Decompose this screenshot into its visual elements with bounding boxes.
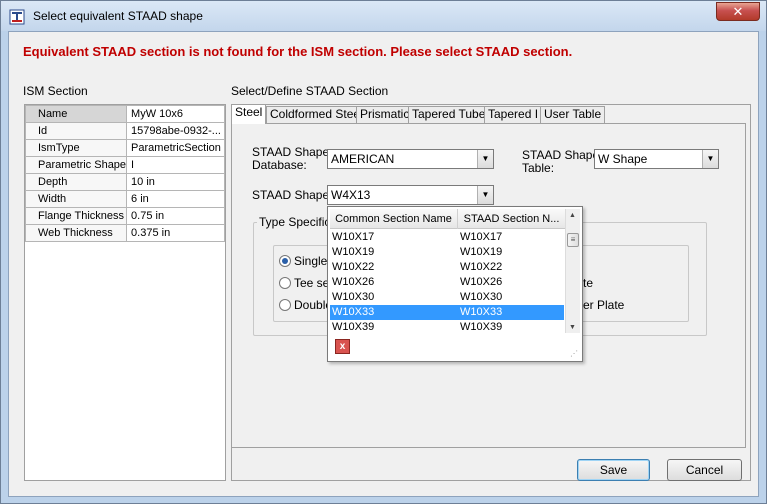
shape-dropdown-list[interactable]: Common Section Name STAAD Section N... W… — [327, 206, 583, 362]
ism-value: MyW 10x6 — [126, 105, 225, 123]
staad-name-cell: W10X30 — [460, 291, 503, 303]
shape-table-select-value: W Shape — [598, 152, 648, 166]
ism-row-ismtype[interactable]: IsmType ParametricSection — [24, 139, 225, 157]
ism-value: 0.75 in — [126, 207, 225, 225]
shape-label: STAAD Shape: — [252, 188, 333, 202]
table-label: STAAD Shape Table: — [522, 149, 599, 175]
database-select[interactable]: AMERICAN ▼ — [327, 149, 494, 169]
list-item[interactable]: W10X17 W10X17 — [330, 230, 564, 245]
common-name-cell: W10X22 — [332, 261, 375, 273]
chevron-down-icon[interactable]: ▼ — [477, 150, 493, 168]
ism-value: 15798abe-0932-... — [126, 122, 225, 140]
scroll-thumb[interactable]: ≡ — [567, 233, 579, 247]
ism-row-web-thickness[interactable]: Web Thickness 0.375 in — [24, 224, 225, 242]
database-label-line2: Database: — [252, 158, 307, 172]
column-header-common-name[interactable]: Common Section Name — [330, 209, 458, 229]
staad-name-cell: W10X39 — [460, 321, 503, 333]
tab-tapered-tube[interactable]: Tapered Tube — [408, 106, 490, 123]
staad-name-cell: W10X17 — [460, 231, 503, 243]
ism-key: Parametric Shape — [24, 156, 128, 174]
staad-name-cell: W10X19 — [460, 246, 503, 258]
shape-select[interactable]: W4X13 ▼ — [327, 185, 494, 205]
ism-key: Name — [24, 105, 128, 123]
common-name-cell: W10X17 — [332, 231, 375, 243]
ism-key: IsmType — [24, 139, 128, 157]
ism-key: Width — [24, 190, 128, 208]
staad-name-cell: W10X26 — [460, 276, 503, 288]
dropdown-scrollbar[interactable]: ▲ ≡ ▼ — [565, 209, 580, 333]
ism-row-width[interactable]: Width 6 in — [24, 190, 225, 208]
dropdown-header: Common Section Name STAAD Section N... — [330, 209, 566, 229]
staad-name-cell: W10X22 — [460, 261, 503, 273]
ism-value: 6 in — [126, 190, 225, 208]
list-item[interactable]: W10X22 W10X22 — [330, 260, 564, 275]
shape-table-select[interactable]: W Shape ▼ — [594, 149, 719, 169]
table-label-line2: Table: — [522, 161, 555, 175]
list-item[interactable]: W10X30 W10X30 — [330, 290, 564, 305]
ism-key: Depth — [24, 173, 128, 191]
ism-value: 10 in — [126, 173, 225, 191]
radio-unchecked-icon[interactable] — [279, 299, 291, 311]
ism-section-grid: Name MyW 10x6 Id 15798abe-0932-... IsmTy… — [24, 104, 226, 481]
title-bar: Select equivalent STAAD shape ✕ — [1, 1, 766, 31]
staad-app-icon — [9, 9, 25, 25]
dropdown-rows: W10X17 W10X17 W10X19 W10X19 W10X22 W10X2… — [330, 230, 564, 334]
scroll-up-icon[interactable]: ▲ — [569, 212, 576, 219]
ism-key: Web Thickness — [24, 224, 128, 242]
ism-section-label: ISM Section — [23, 84, 88, 98]
warning-message: Equivalent STAAD section is not found fo… — [23, 44, 573, 59]
tab-user-table[interactable]: User Table — [540, 106, 606, 123]
scroll-down-icon[interactable]: ▼ — [569, 324, 576, 331]
window-title: Select equivalent STAAD shape — [33, 9, 203, 23]
common-name-cell: W10X19 — [332, 246, 375, 258]
common-name-cell: W10X26 — [332, 276, 375, 288]
ism-key: Id — [24, 122, 128, 140]
tab-tapered-i[interactable]: Tapered I — [484, 106, 543, 123]
tab-prismatic[interactable]: Prismatic — [356, 106, 414, 123]
chevron-down-icon[interactable]: ▼ — [702, 150, 718, 168]
ism-value: 0.375 in — [126, 224, 225, 242]
staad-section-label: Select/Define STAAD Section — [231, 84, 389, 98]
list-item[interactable]: W10X26 W10X26 — [330, 275, 564, 290]
tab-coldformed-steel[interactable]: Coldformed Steel — [266, 106, 367, 123]
dropdown-close-icon[interactable]: x — [335, 339, 350, 354]
ism-row-id[interactable]: Id 15798abe-0932-... — [24, 122, 225, 140]
common-name-cell: W10X33 — [332, 306, 375, 318]
resize-grip-icon[interactable]: ⋰ — [570, 349, 578, 358]
ism-value: ParametricSection — [126, 139, 225, 157]
tab-steel[interactable]: Steel — [231, 104, 267, 124]
ism-row-flange-thickness[interactable]: Flange Thickness 0.75 in — [24, 207, 225, 225]
radio-unchecked-icon[interactable] — [279, 277, 291, 289]
shape-select-value: W4X13 — [331, 188, 371, 202]
column-header-staad-name[interactable]: STAAD Section N... — [458, 209, 566, 229]
ism-key: Flange Thickness — [24, 207, 128, 225]
cancel-button[interactable]: Cancel — [667, 459, 742, 481]
radio-double-section[interactable]: Double — [279, 298, 332, 312]
ism-row-depth[interactable]: Depth 10 in — [24, 173, 225, 191]
save-button[interactable]: Save — [577, 459, 650, 481]
radio-right-label-2: er Plate — [583, 298, 625, 312]
list-item[interactable]: W10X39 W10X39 — [330, 320, 564, 334]
staad-name-cell: W10X33 — [460, 306, 503, 318]
list-item[interactable]: W10X19 W10X19 — [330, 245, 564, 260]
window-close-button[interactable]: ✕ — [716, 2, 760, 21]
list-item-selected[interactable]: W10X33 W10X33 — [330, 305, 564, 320]
database-label: STAAD Shape Database: — [252, 146, 329, 172]
chevron-down-icon[interactable]: ▼ — [477, 186, 493, 204]
database-select-value: AMERICAN — [331, 152, 395, 166]
ism-value: I — [126, 156, 225, 174]
common-name-cell: W10X39 — [332, 321, 375, 333]
common-name-cell: W10X30 — [332, 291, 375, 303]
radio-checked-icon[interactable] — [279, 255, 291, 267]
ism-row-name[interactable]: Name MyW 10x6 — [24, 105, 225, 123]
ism-row-parametric-shape[interactable]: Parametric Shape I — [24, 156, 225, 174]
radio-right-label-1: te — [583, 276, 594, 290]
